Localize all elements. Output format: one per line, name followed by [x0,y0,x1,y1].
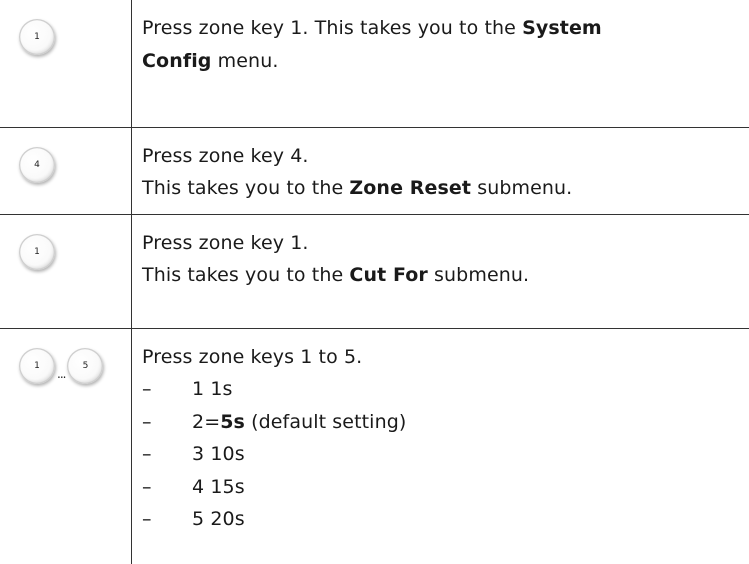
option-item: –2=5s (default setting) [142,410,407,433]
instruction-cell: Press zone key 1. This takes you to the … [131,0,749,128]
zone-key-icon: 1 [19,347,55,384]
key-cell: 1 [0,214,132,329]
menu-name: Cut For [349,264,428,286]
option-item: –1 1s [142,378,233,400]
menu-name: Config [142,49,212,72]
option-item: –5 20s [142,508,245,530]
zone-key-label: 1 [34,32,40,42]
zone-key-label: 4 [34,159,40,170]
key-range-ellipsis: ... [57,366,67,381]
step-row: 1 Press zone key 1. This takes you to th… [0,0,749,128]
option-item: –4 15s [142,475,245,498]
zone-key-icon: 4 [19,146,55,183]
key-cell: 4 [0,127,132,215]
instruction-text: Press zone key 1. This takes you to the … [142,17,602,72]
instruction-cell: Press zone key 4. This takes you to the … [131,127,749,215]
instruction-cell: Press zone keys 1 to 5. –1 1s –2=5s (def… [132,328,749,564]
step-row: 4 Press zone key 4. This takes you to th… [0,127,749,215]
option-item: –3 10s [142,443,245,465]
instruction-text: Press zone key 4. This takes you to the … [142,144,573,200]
menu-name: Zone Reset [349,177,472,199]
zone-key-label: 1 [34,360,40,371]
key-cell: 1 [0,0,132,128]
instruction-cell: Press zone key 1. This takes you to the … [131,214,749,329]
instruction-table: 1 Press zone key 1. This takes you to th… [0,0,749,564]
zone-key-icon: 1 [19,19,55,55]
step-row: 1 Press zone key 1. This takes you to th… [0,214,749,329]
zone-key-label: 1 [34,246,40,257]
zone-key-label: 5 [82,360,89,371]
menu-name: System [522,17,602,39]
zone-key-icon: 1 [19,233,55,270]
instruction-text: Press zone keys 1 to 5. –1 1s –2=5s (def… [142,329,743,536]
zone-key-icon: 5 [67,347,104,384]
key-cell: 1 ... 5 [0,328,132,564]
instruction-text: Press zone key 1. This takes you to the … [142,231,530,287]
step-row: 1 ... 5 Press zone keys 1 to 5. –1 1s –2… [0,328,749,564]
